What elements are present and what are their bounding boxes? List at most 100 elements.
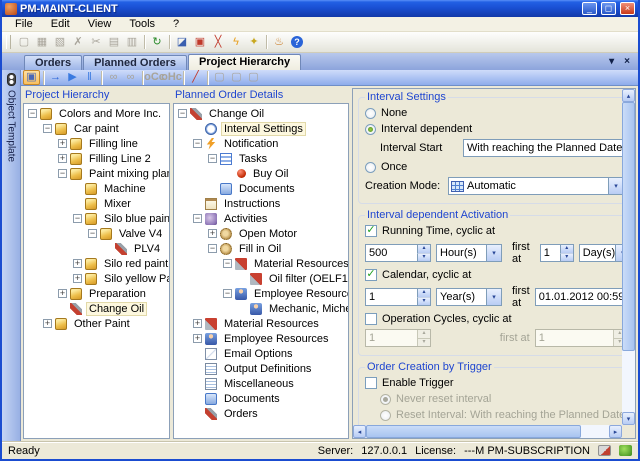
collapse-icon[interactable]: −: [208, 154, 217, 163]
collapse-icon[interactable]: −: [73, 214, 82, 223]
tree-item-label[interactable]: Open Motor: [236, 227, 300, 241]
collapse-icon[interactable]: −: [223, 259, 232, 268]
tree-item-label[interactable]: Notification: [221, 137, 281, 151]
spin-up-icon[interactable]: ▴: [417, 289, 430, 298]
tree-item-label[interactable]: Filling line: [86, 137, 141, 151]
tree-item-label[interactable]: Documents: [221, 392, 283, 406]
tree-item-filling-line[interactable]: +Filling line: [24, 136, 169, 151]
tree-item-colors-and-more-inc[interactable]: −Colors and More Inc.: [24, 106, 169, 121]
menu-help[interactable]: ?: [164, 18, 188, 30]
key-button[interactable]: ✦: [245, 34, 263, 51]
page1-button[interactable]: ▢: [211, 70, 228, 85]
page2-button[interactable]: ▢: [228, 70, 245, 85]
tree-item-change-oil[interactable]: −Change Oil: [174, 106, 348, 121]
spin-down-icon[interactable]: ▾: [417, 298, 430, 306]
enable-trigger-checkbox[interactable]: [365, 377, 377, 389]
tree-item-label[interactable]: Change Oil: [86, 302, 147, 316]
tree-item-change-oil[interactable]: Change Oil: [24, 301, 169, 316]
running-time-checkbox[interactable]: ✓: [365, 225, 377, 237]
tree-item-label[interactable]: Documents: [236, 182, 298, 196]
project-hierarchy-tree[interactable]: −Colors and More Inc.−Car paint+Filling …: [23, 103, 170, 439]
collapse-icon[interactable]: −: [43, 124, 52, 133]
calendar-value-spinner[interactable]: 1 ▴▾: [365, 288, 431, 306]
expand-icon[interactable]: +: [43, 319, 52, 328]
tree-item-preparation[interactable]: +Preparation: [24, 286, 169, 301]
help-button[interactable]: ?: [288, 34, 306, 51]
tree-item-open-motor[interactable]: +Open Motor: [174, 226, 348, 241]
running-time-unit-select[interactable]: Hour(s) ▾: [436, 244, 502, 262]
tree-item-label[interactable]: Email Options: [221, 347, 295, 361]
link-button[interactable]: ∞: [105, 70, 122, 85]
tree-item-documents[interactable]: Documents: [174, 181, 348, 196]
tree-item-label[interactable]: Silo blue paint: [101, 212, 170, 226]
page3-button[interactable]: ▢: [245, 70, 262, 85]
tree-item-label[interactable]: Silo red paint: [101, 257, 170, 271]
tree-item-fill-in-oil[interactable]: −Fill in Oil: [174, 241, 348, 256]
interval-dependent-radio[interactable]: [365, 124, 376, 135]
tree-item-label[interactable]: Material Resources: [251, 257, 349, 271]
new-document-button[interactable]: ▢: [15, 34, 33, 51]
refresh-button[interactable]: ↻: [148, 34, 166, 51]
tab-overflow-button[interactable]: ▾: [609, 56, 614, 67]
tree-item-machine[interactable]: Machine: [24, 181, 169, 196]
save-as-button[interactable]: ▧: [51, 34, 69, 51]
tree-item-label[interactable]: PLV4: [131, 242, 163, 256]
lightning-button[interactable]: ϟ: [227, 34, 245, 51]
planned-order-details-tree[interactable]: −Change OilInterval Settings−Notificatio…: [173, 103, 349, 439]
spin-down-icon[interactable]: ▾: [560, 254, 573, 262]
tree-item-mechanic-michel-f-m[interactable]: Mechanic, Michel - F / M: [174, 301, 348, 316]
maximize-button[interactable]: ◻: [601, 2, 616, 15]
navigate-button[interactable]: →: [47, 70, 64, 85]
tree-item-label[interactable]: Instructions: [221, 197, 283, 211]
menu-tools[interactable]: Tools: [120, 18, 164, 30]
tree-item-paint-mixing-plant[interactable]: −Paint mixing plant: [24, 166, 169, 181]
vertical-scrollbar[interactable]: ▴ ▾: [622, 89, 635, 425]
scroll-up-icon[interactable]: ▴: [622, 89, 635, 102]
tree-item-label[interactable]: Machine: [101, 182, 149, 196]
tree-item-label[interactable]: Tasks: [236, 152, 270, 166]
horizontal-scrollbar[interactable]: ◂ ▸: [353, 425, 622, 438]
collapse-icon[interactable]: −: [178, 109, 187, 118]
expand-icon[interactable]: +: [193, 319, 202, 328]
tree-item-label[interactable]: Output Definitions: [221, 362, 314, 376]
dropdown-arrow-icon[interactable]: ▾: [486, 289, 501, 305]
scroll-right-icon[interactable]: ▸: [609, 425, 622, 438]
spin-up-icon[interactable]: ▴: [560, 245, 573, 254]
tree-item-silo-blue-paint[interactable]: − Silo blue paint: [24, 211, 169, 226]
minimize-button[interactable]: _: [582, 2, 597, 15]
oilcan-button[interactable]: ♨: [270, 34, 288, 51]
ohc-button[interactable]: oHc: [163, 70, 180, 85]
creation-mode-select[interactable]: Automatic ▾: [448, 177, 622, 195]
collapse-icon[interactable]: −: [88, 229, 97, 238]
tree-item-car-paint[interactable]: −Car paint: [24, 121, 169, 136]
tab-close-button[interactable]: ×: [624, 56, 630, 67]
print-button[interactable]: ▤: [105, 34, 123, 51]
tree-item-buy-oil[interactable]: Buy Oil: [174, 166, 348, 181]
tree-item-mixer[interactable]: Mixer: [24, 196, 169, 211]
tree-item-silo-red-paint[interactable]: +Silo red paint: [24, 256, 169, 271]
tab-project-hierarchy[interactable]: Project Hierarchy: [188, 54, 301, 70]
horizontal-scroll-thumb[interactable]: [366, 425, 581, 438]
print-preview-button[interactable]: ▥: [123, 34, 141, 51]
tree-item-label[interactable]: Colors and More Inc.: [56, 107, 164, 121]
interval-start-select[interactable]: With reaching the Planned Date ▾: [463, 139, 622, 157]
tree-item-email-options[interactable]: Email Options: [174, 346, 348, 361]
dropdown-arrow-icon[interactable]: ▾: [608, 178, 622, 194]
order-wrench-button[interactable]: ╱: [187, 70, 204, 85]
calendar-first-date-field[interactable]: 01.01.2012 00:59: [535, 288, 622, 306]
dropdown-arrow-icon[interactable]: ▾: [615, 245, 622, 261]
tree-item-tasks[interactable]: − Tasks: [174, 151, 348, 166]
expand-icon[interactable]: +: [193, 334, 202, 343]
tab-orders[interactable]: Orders: [24, 55, 82, 70]
tree-item-label[interactable]: Mixer: [101, 197, 134, 211]
calendar-unit-select[interactable]: Year(s) ▾: [436, 288, 502, 306]
toolbox-button[interactable]: ▣: [191, 34, 209, 51]
operation-cycles-checkbox[interactable]: [365, 313, 377, 325]
pause-button[interactable]: ‖: [81, 70, 98, 85]
collapse-icon[interactable]: −: [193, 139, 202, 148]
dropdown-arrow-icon[interactable]: ▾: [486, 245, 501, 261]
menu-edit[interactable]: Edit: [42, 18, 79, 30]
vertical-scroll-thumb[interactable]: [622, 102, 635, 351]
tree-item-miscellaneous[interactable]: Miscellaneous: [174, 376, 348, 391]
collapse-icon[interactable]: −: [58, 169, 67, 178]
